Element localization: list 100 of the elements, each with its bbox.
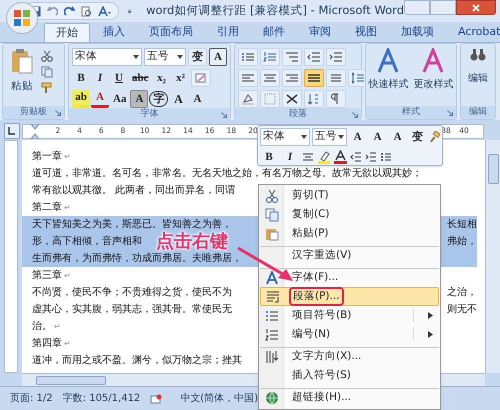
dropdown-arrow-icon <box>177 55 183 59</box>
dialog-launcher-icon[interactable] <box>55 110 61 116</box>
sort-button[interactable] <box>304 90 324 108</box>
menu-item[interactable]: 段落(P)... <box>260 287 439 306</box>
format-button[interactable]: A <box>388 128 407 146</box>
bullets-icon <box>241 51 255 63</box>
word-count[interactable]: 字数: 105/1,412 <box>62 391 140 406</box>
multilevel-list-button[interactable] <box>282 48 302 66</box>
increase-indent-button[interactable] <box>326 48 346 66</box>
ribbon-tab[interactable]: 审阅 <box>298 23 342 42</box>
quick-styles-button[interactable]: 快速样式 <box>368 48 408 92</box>
font-size-field[interactable]: 五号 <box>144 48 186 66</box>
menu-item[interactable]: 文字方向(X)... <box>260 347 439 366</box>
copy-icon[interactable] <box>41 66 53 78</box>
scissors-icon <box>265 188 279 202</box>
close-button[interactable] <box>456 0 496 15</box>
format-button[interactable]: A <box>169 90 188 108</box>
format-button[interactable]: Aa <box>110 90 130 108</box>
center-align-icon[interactable] <box>302 151 314 163</box>
menu-item[interactable]: 粘贴(P) <box>260 224 439 243</box>
align-center-button[interactable] <box>260 69 280 87</box>
format-button[interactable]: x² <box>172 69 190 87</box>
change-styles-button[interactable]: 更改样式 <box>414 48 454 92</box>
decrease-indent-button[interactable] <box>304 48 324 66</box>
ribbon-tab[interactable]: 开始 <box>44 23 90 42</box>
bullets-button[interactable] <box>238 48 258 66</box>
menu-item[interactable]: 汉字重选(V) <box>260 246 439 265</box>
dialog-launcher-icon[interactable] <box>221 112 227 118</box>
bullets-icon[interactable] <box>380 151 392 163</box>
styles-a-icon <box>420 48 446 74</box>
format-painter-icon[interactable] <box>428 131 440 143</box>
proofing-icon[interactable] <box>150 392 162 404</box>
vertical-scrollbar[interactable] <box>485 140 500 373</box>
scissors-icon[interactable] <box>41 50 53 62</box>
language-status[interactable]: 中文(简体，中国) <box>180 391 258 406</box>
format-button[interactable]: A <box>348 128 367 146</box>
distributed-button[interactable] <box>326 69 346 87</box>
format-button[interactable]: 变 <box>408 128 427 146</box>
format-button[interactable]: B <box>72 69 90 87</box>
menu-item[interactable]: 超链接(H)... <box>260 388 439 407</box>
menu-item[interactable]: 剪切(T) <box>260 186 439 205</box>
shading-button[interactable] <box>238 90 258 108</box>
align-right-button[interactable] <box>282 69 302 87</box>
format-button[interactable]: ab <box>72 90 90 108</box>
copy-icon <box>265 208 279 222</box>
highlighter-icon[interactable] <box>317 150 331 164</box>
group-label: 段落 <box>289 108 307 121</box>
font-color-icon[interactable] <box>334 150 347 164</box>
format-button[interactable]: abc <box>129 69 152 87</box>
chinese-layout-button[interactable] <box>282 90 302 108</box>
format-button[interactable]: A <box>209 48 227 66</box>
decrease-indent-icon[interactable] <box>350 151 362 163</box>
page-count[interactable]: 页面: 1/2 <box>10 391 53 406</box>
paste-button[interactable]: 粘贴 <box>6 48 38 106</box>
font-name-field[interactable]: 宋体 <box>72 48 142 66</box>
format-button[interactable]: U <box>110 69 128 87</box>
paragraph-icon <box>266 290 280 304</box>
tab-selector-icon[interactable] <box>4 123 20 139</box>
window-title: word如何调整行距 [兼容模式] - Microsoft Word <box>146 2 404 20</box>
close-icon <box>472 4 480 12</box>
dialog-launcher-icon[interactable] <box>352 112 358 118</box>
font-name-field[interactable]: 宋体 <box>260 128 310 146</box>
clear-formatting-button[interactable] <box>190 69 210 87</box>
editing-button[interactable]: 编辑 <box>468 48 488 106</box>
font-size-field[interactable]: 五号 <box>312 128 347 146</box>
align-left-button[interactable] <box>238 69 258 87</box>
menu-item[interactable]: 编号(N) <box>260 325 439 344</box>
office-button[interactable] <box>6 2 38 34</box>
ribbon-tab[interactable]: 插入 <box>92 23 136 42</box>
format-button[interactable]: x₂ <box>152 69 170 87</box>
format-button[interactable]: 变 <box>188 48 207 66</box>
ribbon-tab[interactable]: 视图 <box>344 23 388 42</box>
styles-a-icon <box>376 48 402 74</box>
format-button[interactable]: A <box>130 90 148 108</box>
ribbon-tab[interactable]: 邮件 <box>252 23 296 42</box>
format-button[interactable]: 字 <box>149 91 168 107</box>
menu-item[interactable]: 项目符号(B) <box>260 306 439 325</box>
indent-marker-icon[interactable] <box>31 124 39 138</box>
ribbon-tab[interactable]: Acrobat <box>447 23 500 42</box>
justify-button[interactable] <box>304 69 324 87</box>
menu-item[interactable]: 复制(C) <box>260 205 439 224</box>
document-text: 第三章 ↵ <box>32 268 71 283</box>
submenu-arrow-icon <box>428 312 433 319</box>
format-button[interactable]: I <box>91 69 109 87</box>
dialog-launcher-icon[interactable] <box>447 110 453 116</box>
binoculars-icon <box>470 48 486 62</box>
document-text: 第一章 ↵ <box>32 150 71 164</box>
ribbon-tab[interactable]: 加载项 <box>390 23 445 42</box>
format-painter-icon[interactable] <box>41 82 53 94</box>
show-marks-button[interactable] <box>326 90 346 108</box>
menu-item[interactable]: 插入符号(S) <box>260 366 439 385</box>
format-button[interactable]: A <box>368 128 387 146</box>
numbering-button[interactable] <box>260 48 280 66</box>
increase-indent-icon[interactable] <box>365 151 377 163</box>
format-button[interactable]: B <box>260 148 278 166</box>
format-button[interactable]: I <box>281 148 299 166</box>
bullets-icon <box>265 308 279 322</box>
ribbon-tab[interactable]: 页面布局 <box>138 23 204 42</box>
ribbon-tab[interactable]: 引用 <box>206 23 250 42</box>
format-button[interactable]: A <box>188 90 206 108</box>
